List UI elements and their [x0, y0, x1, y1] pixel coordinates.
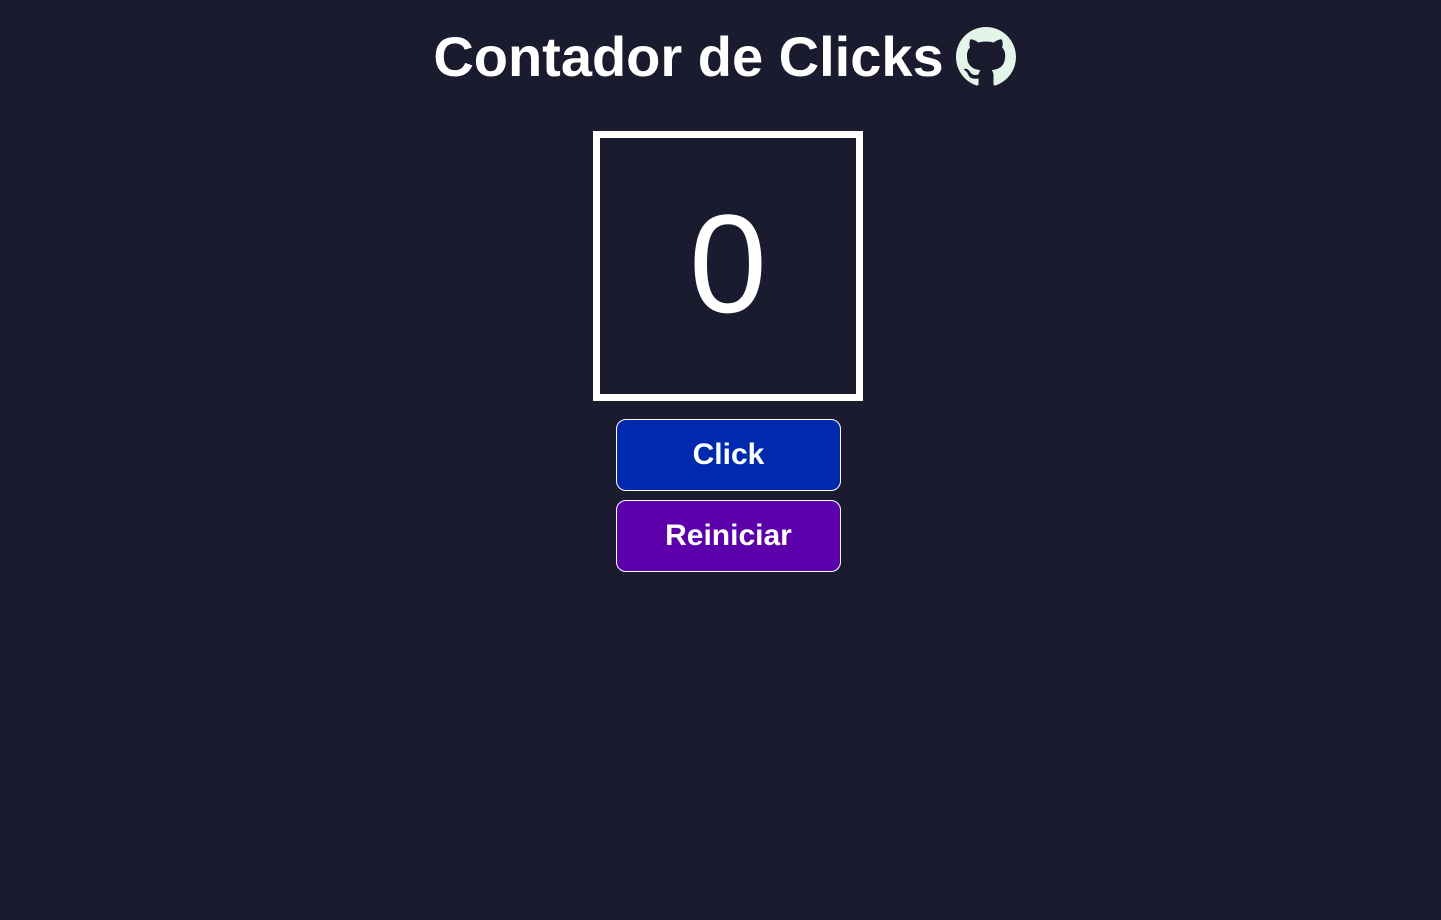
github-link[interactable]	[955, 27, 1016, 87]
click-button[interactable]: Click	[616, 419, 841, 491]
counter-display: 0	[593, 131, 863, 401]
counter-value: 0	[689, 185, 767, 342]
header: Contador de Clicks	[0, 24, 1441, 90]
reset-button[interactable]: Reiniciar	[616, 500, 841, 572]
github-icon	[955, 27, 1016, 86]
page-title: Contador de Clicks	[433, 25, 944, 88]
app-page: Contador de Clicks 0 Click Reiniciar	[0, 0, 1441, 920]
